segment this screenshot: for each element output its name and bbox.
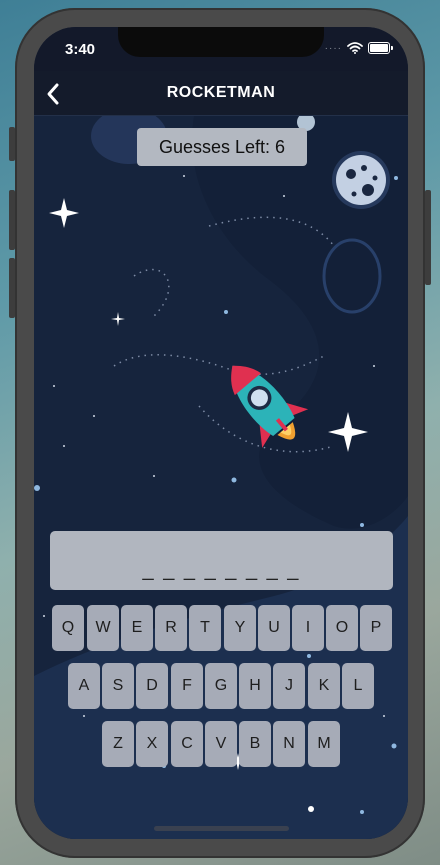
- signal-dots-icon: ····: [324, 42, 342, 54]
- key-y[interactable]: Y: [224, 605, 256, 651]
- wifi-icon: [347, 42, 363, 54]
- game-scene: Guesses Left: 6 _ _ _ _ _ _ _ _ Q W E R …: [34, 116, 408, 839]
- key-x[interactable]: X: [136, 721, 168, 767]
- key-c[interactable]: C: [171, 721, 203, 767]
- status-bar: 3:40 ····: [34, 27, 408, 71]
- notch: [118, 27, 324, 57]
- key-g[interactable]: G: [205, 663, 237, 709]
- key-u[interactable]: U: [258, 605, 290, 651]
- key-e[interactable]: E: [121, 605, 153, 651]
- status-icons: ····: [324, 42, 393, 54]
- key-d[interactable]: D: [136, 663, 168, 709]
- key-f[interactable]: F: [171, 663, 203, 709]
- key-p[interactable]: P: [360, 605, 392, 651]
- key-m[interactable]: M: [308, 721, 340, 767]
- key-w[interactable]: W: [87, 605, 119, 651]
- home-indicator: [154, 826, 289, 831]
- key-a[interactable]: A: [68, 663, 100, 709]
- key-n[interactable]: N: [273, 721, 305, 767]
- guesses-left-badge: Guesses Left: 6: [137, 128, 307, 166]
- status-time: 3:40: [65, 41, 96, 58]
- battery-icon: [368, 42, 393, 54]
- key-i[interactable]: I: [292, 605, 324, 651]
- key-r[interactable]: R: [155, 605, 187, 651]
- key-h[interactable]: H: [239, 663, 271, 709]
- key-b[interactable]: B: [239, 721, 271, 767]
- key-j[interactable]: J: [273, 663, 305, 709]
- volume-down-button: [9, 258, 15, 318]
- mute-switch: [9, 127, 15, 161]
- key-v[interactable]: V: [205, 721, 237, 767]
- nav-title: ROCKETMAN: [166, 84, 276, 101]
- key-l[interactable]: L: [342, 663, 374, 709]
- key-t[interactable]: T: [189, 605, 221, 651]
- moon-icon: [332, 151, 390, 209]
- key-z[interactable]: Z: [102, 721, 134, 767]
- key-q[interactable]: Q: [52, 605, 84, 651]
- power-button: [425, 190, 431, 285]
- key-s[interactable]: S: [102, 663, 134, 709]
- phone-screen: 3:40 ···· ROCKETMAN Guesses Left: 6 _ _ …: [34, 27, 408, 839]
- word-display: _ _ _ _ _ _ _ _: [50, 531, 393, 590]
- volume-up-button: [9, 190, 15, 250]
- navigation-bar: ROCKETMAN: [34, 71, 408, 116]
- key-k[interactable]: K: [308, 663, 340, 709]
- key-o[interactable]: O: [326, 605, 358, 651]
